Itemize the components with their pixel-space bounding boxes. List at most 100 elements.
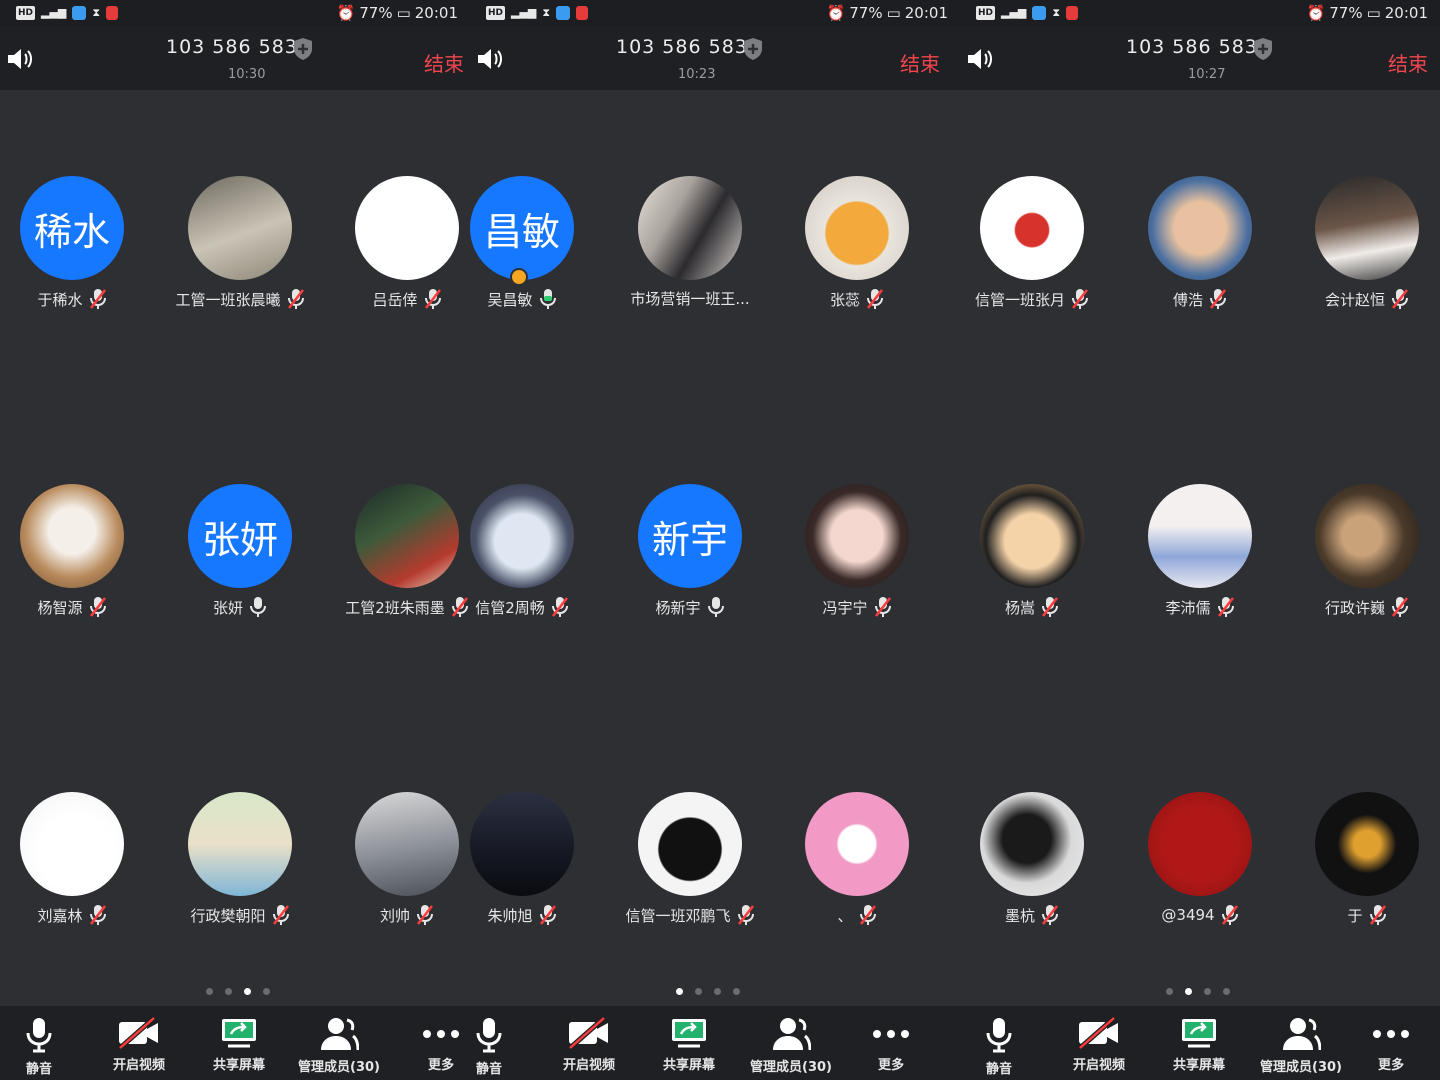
participant-name: 张蕊 bbox=[829, 290, 860, 309]
shield-icon[interactable] bbox=[292, 37, 314, 61]
page-dot[interactable] bbox=[733, 988, 740, 995]
page-indicator[interactable] bbox=[676, 988, 740, 995]
participant-name: 吕岳倖 bbox=[372, 290, 418, 309]
meeting-id[interactable]: 103 586 583 bbox=[616, 36, 748, 58]
battery-label: 77% bbox=[849, 4, 883, 22]
page-indicator[interactable] bbox=[1166, 988, 1230, 995]
page-dot[interactable] bbox=[263, 988, 270, 995]
end-meeting-button[interactable]: 结束 bbox=[1388, 48, 1428, 77]
more-label: 更多 bbox=[877, 1058, 904, 1073]
end-meeting-button[interactable]: 结束 bbox=[900, 48, 940, 77]
manage-members-button[interactable]: 管理成员(30) bbox=[746, 1016, 836, 1075]
participant-name: 行政许巍 bbox=[1324, 598, 1385, 617]
page-dot[interactable] bbox=[714, 988, 721, 995]
speaker-icon[interactable] bbox=[6, 46, 36, 72]
page-dot-active[interactable] bbox=[1185, 988, 1192, 995]
mute-label: 静音 bbox=[985, 1062, 1012, 1077]
mic-muted-icon bbox=[874, 597, 891, 617]
speaker-icon[interactable] bbox=[476, 46, 506, 72]
page-dot[interactable] bbox=[206, 988, 213, 995]
start-video-label: 开启视频 bbox=[562, 1058, 615, 1073]
start-video-button[interactable]: 开启视频 bbox=[94, 1016, 184, 1073]
mute-button[interactable]: 静音 bbox=[470, 1016, 534, 1077]
mic-muted-icon bbox=[424, 289, 441, 309]
mute-button[interactable]: 静音 bbox=[0, 1016, 84, 1077]
manage-members-button[interactable]: 管理成员(30) bbox=[294, 1016, 384, 1075]
page-dot[interactable] bbox=[1223, 988, 1230, 995]
participant-name: 朱帅旭 bbox=[487, 906, 533, 925]
shield-icon[interactable] bbox=[1252, 37, 1274, 61]
start-video-button[interactable]: 开启视频 bbox=[544, 1016, 634, 1073]
avatar bbox=[355, 176, 459, 280]
more-button[interactable]: 更多 bbox=[1346, 1016, 1436, 1073]
share-screen-button[interactable]: 共享屏幕 bbox=[194, 1016, 284, 1073]
avatar bbox=[1315, 484, 1419, 588]
participant-name: 会计赵恒 bbox=[1324, 290, 1385, 309]
meeting-id[interactable]: 103 586 583 bbox=[166, 36, 298, 58]
clock-label: 20:01 bbox=[1384, 4, 1428, 22]
hd-icon: HD bbox=[486, 6, 506, 20]
participant-name: 市场营销一班王... bbox=[630, 290, 750, 308]
share-screen-label: 共享屏幕 bbox=[212, 1058, 265, 1073]
mic-muted-icon bbox=[451, 597, 468, 617]
page-indicator[interactable] bbox=[206, 988, 270, 995]
participant-name: 傅浩 bbox=[1172, 290, 1203, 309]
page-dot[interactable] bbox=[695, 988, 702, 995]
mic-muted-icon bbox=[272, 905, 289, 925]
meeting-id[interactable]: 103 586 583 bbox=[1126, 36, 1258, 58]
start-video-label: 开启视频 bbox=[112, 1058, 165, 1073]
participant-name: 于稀水 bbox=[37, 290, 83, 309]
avatar: 张妍 bbox=[188, 484, 292, 588]
record-icon bbox=[1066, 6, 1079, 20]
app-icon bbox=[1032, 6, 1047, 20]
mute-button[interactable]: 静音 bbox=[960, 1016, 1044, 1077]
mic-icon bbox=[26, 1018, 52, 1053]
alarm-icon: ⏰ bbox=[826, 4, 846, 22]
page-dot[interactable] bbox=[1166, 988, 1173, 995]
status-right: ⏰ 77% ▭ 20:01 bbox=[337, 4, 470, 22]
more-button[interactable]: 更多 bbox=[396, 1016, 470, 1073]
page-dot-active[interactable] bbox=[676, 988, 683, 995]
meeting-duration: 10:23 bbox=[678, 67, 716, 82]
participant-name: 杨嵩 bbox=[1004, 598, 1035, 617]
video-off-icon bbox=[1078, 1016, 1118, 1050]
participant-name: 杨智源 bbox=[37, 598, 83, 617]
speaker-icon[interactable] bbox=[966, 46, 996, 72]
status-icons: HD ▂▄▆ ⧗ bbox=[0, 6, 119, 20]
shield-icon[interactable] bbox=[742, 37, 764, 61]
mic-muted-icon bbox=[89, 597, 106, 617]
share-screen-icon bbox=[222, 1019, 256, 1048]
meeting-screen-3: HD ▂▄▆ ⧗ ⏰ 77% ▭ 20:01 103 586 583 10:27… bbox=[960, 0, 1440, 1080]
meeting-header: 103 586 583 10:27 结束 bbox=[960, 26, 1440, 90]
share-screen-button[interactable]: 共享屏幕 bbox=[644, 1016, 734, 1073]
battery-icon: ▭ bbox=[886, 4, 901, 22]
battery-icon: ▭ bbox=[396, 4, 411, 22]
manage-members-button[interactable]: 管理成员(30) bbox=[1256, 1016, 1346, 1075]
mic-muted-icon bbox=[1042, 597, 1058, 617]
avatar bbox=[980, 792, 1084, 896]
share-screen-label: 共享屏幕 bbox=[662, 1058, 715, 1073]
participant-name: 行政樊朝阳 bbox=[190, 906, 266, 925]
more-label: 更多 bbox=[427, 1058, 454, 1073]
mic-icon bbox=[707, 597, 724, 617]
mic-muted-icon bbox=[1217, 597, 1234, 617]
more-button[interactable]: 更多 bbox=[846, 1016, 936, 1073]
page-dot-active[interactable] bbox=[244, 988, 251, 995]
mic-muted-icon bbox=[1210, 289, 1226, 309]
page-dot[interactable] bbox=[1204, 988, 1211, 995]
more-icon bbox=[423, 1030, 459, 1038]
members-icon bbox=[321, 1018, 359, 1051]
start-video-button[interactable]: 开启视频 bbox=[1054, 1016, 1144, 1073]
share-screen-icon bbox=[672, 1019, 706, 1048]
mic-muted-icon bbox=[89, 905, 106, 925]
manage-members-label: 管理成员(30) bbox=[750, 1060, 832, 1075]
meeting-screen-2: HD ▂▄▆ ⧗ ⏰ 77% ▭ 20:01 103 586 583 10:23… bbox=[470, 0, 960, 1080]
hd-icon: HD bbox=[976, 6, 996, 20]
page-dot[interactable] bbox=[225, 988, 232, 995]
signal-icon: ▂▄▆ bbox=[41, 6, 67, 19]
avatar bbox=[20, 484, 124, 588]
end-meeting-button[interactable]: 结束 bbox=[424, 48, 464, 77]
share-screen-button[interactable]: 共享屏幕 bbox=[1154, 1016, 1244, 1073]
meeting-screen-1: HD ▂▄▆ ⧗ ⏰ 77% ▭ 20:01 103 586 583 10:30… bbox=[0, 0, 470, 1080]
record-icon bbox=[576, 6, 589, 20]
